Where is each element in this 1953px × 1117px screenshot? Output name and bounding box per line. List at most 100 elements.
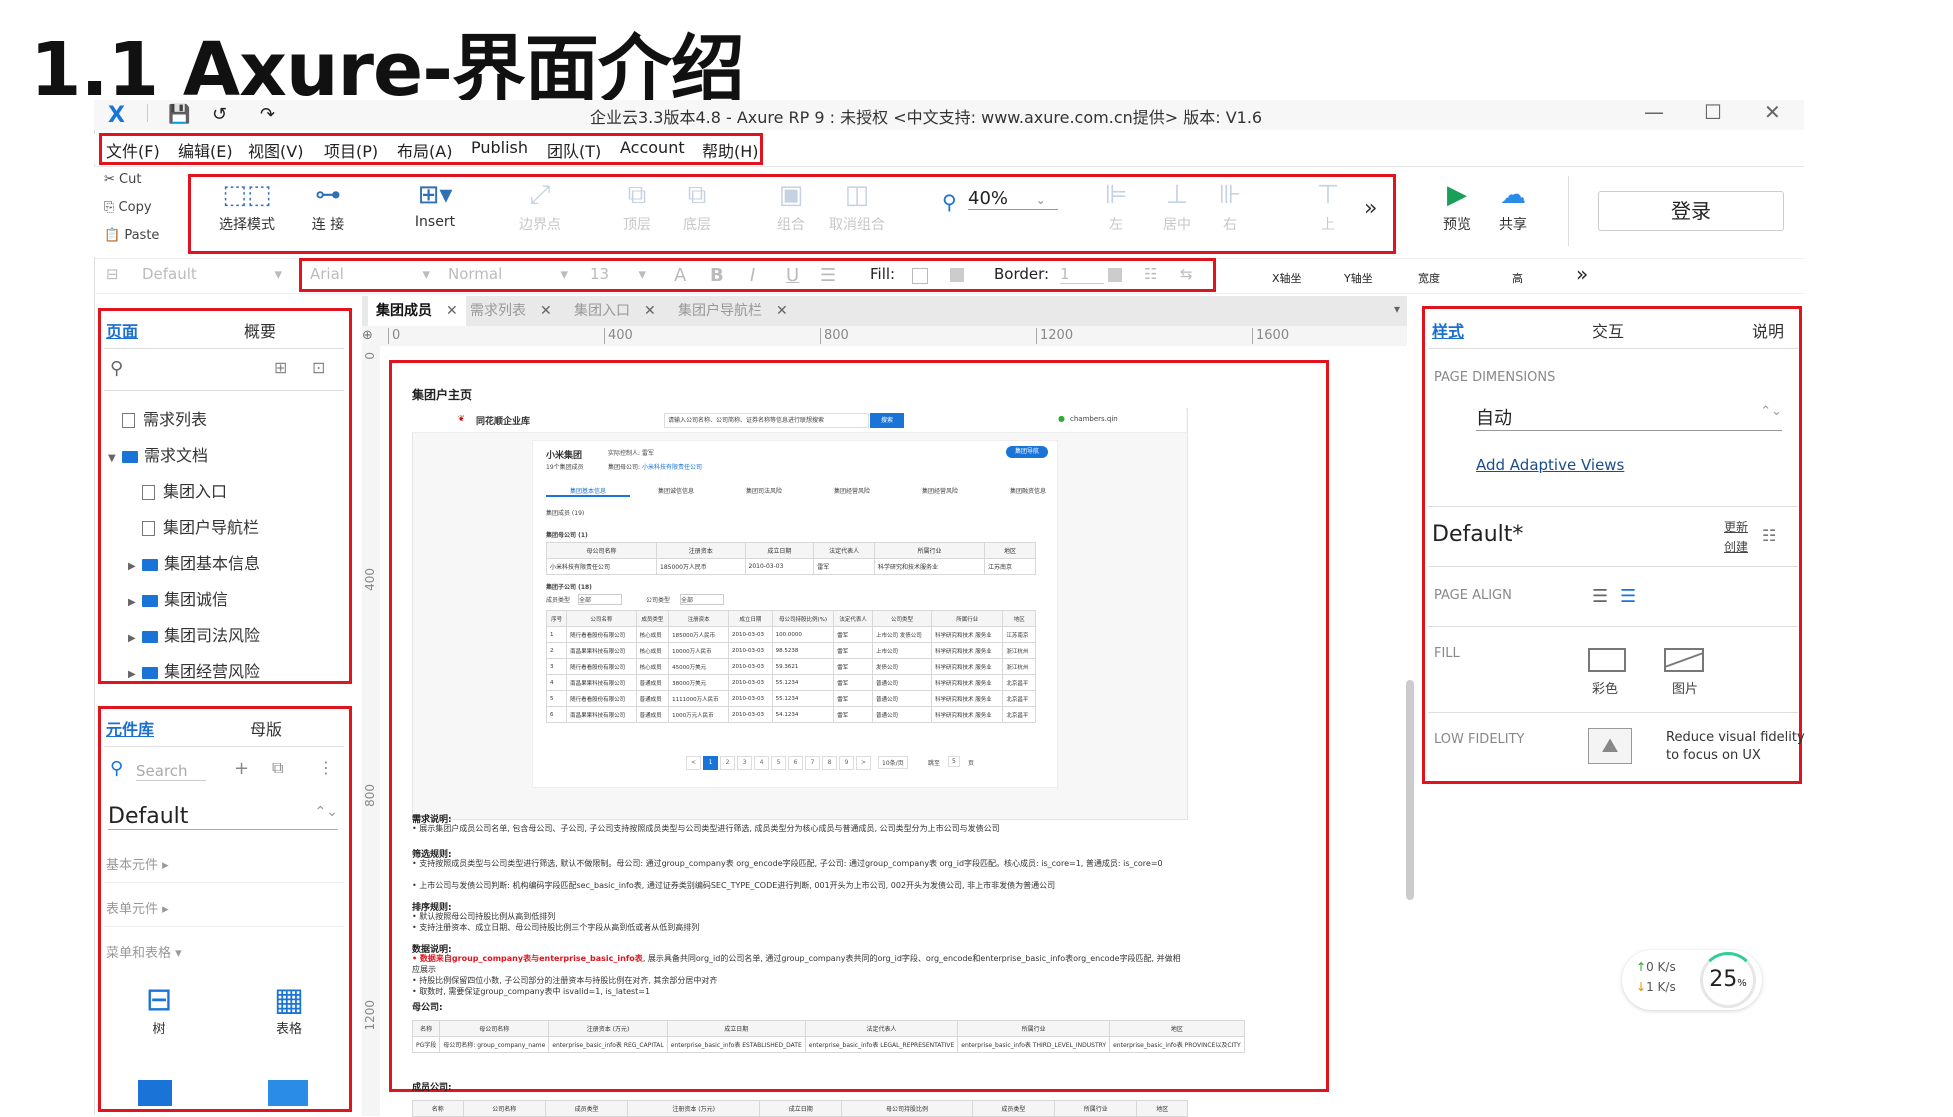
menu-edit[interactable]: 编辑(E) <box>178 138 233 162</box>
close-tab-icon[interactable]: ✕ <box>540 303 552 319</box>
preview-button[interactable]: ▶ 预览 <box>1432 180 1482 234</box>
save-icon[interactable]: 💾 <box>168 104 190 125</box>
page-tab[interactable]: 集团入口 ✕ <box>574 300 656 320</box>
fill-image-option-icon[interactable] <box>1664 648 1704 672</box>
menu-help[interactable]: 帮助(H) <box>702 138 759 162</box>
expand-right-icon[interactable]: ▶ <box>128 633 142 644</box>
close-tab-icon[interactable]: ✕ <box>446 303 458 319</box>
list-icon[interactable]: ☰ <box>820 265 836 286</box>
undo-icon[interactable]: ↺ <box>212 104 227 125</box>
page-tab[interactable]: 集团户导航栏 ✕ <box>678 300 788 320</box>
paste-button[interactable]: 📋 Paste <box>104 228 159 243</box>
select-mode-button[interactable]: ⬚⬚ 选择模式 <box>212 180 282 234</box>
canvas-scrollbar[interactable] <box>1406 680 1414 900</box>
fill-color-option-icon[interactable] <box>1588 648 1626 672</box>
align-center-button[interactable]: ⊥ 居中 <box>1152 180 1202 234</box>
group-button[interactable]: ▣ 组合 <box>766 180 816 234</box>
style-select[interactable]: Default ▾ <box>142 265 282 283</box>
zoom-select[interactable]: 40% ⌄ <box>968 188 1058 210</box>
minimize-button[interactable]: — <box>1644 100 1664 124</box>
page-tree-item[interactable]: ▶ 集团基本信息 <box>128 550 260 574</box>
tabs-overflow-icon[interactable]: ▾ <box>1394 302 1400 316</box>
menu-view[interactable]: 视图(V) <box>248 138 303 162</box>
tab-library[interactable]: 元件库 <box>106 716 154 740</box>
font-size-select[interactable]: 13 ▾ <box>590 265 646 283</box>
expand-right-icon[interactable]: ▶ <box>128 597 142 608</box>
maximize-button[interactable]: ☐ <box>1704 100 1722 124</box>
tab-interactions[interactable]: 交互 <box>1592 318 1624 342</box>
endpoint-button[interactable]: ⤢ 边界点 <box>510 180 570 234</box>
widget-table[interactable]: ▦ 表格 <box>264 980 314 1037</box>
page-tree-item[interactable]: 需求列表 <box>108 406 207 430</box>
update-style-link[interactable]: 更新 <box>1724 518 1748 535</box>
insert-button[interactable]: ⊞▾ Insert <box>400 180 470 230</box>
create-style-link[interactable]: 创建 <box>1724 538 1748 555</box>
close-button[interactable]: ✕ <box>1764 100 1781 124</box>
page-tab[interactable]: 集团成员 ✕ <box>368 296 466 326</box>
library-select[interactable]: Default ⌃⌄ <box>108 804 338 830</box>
library-group-basic[interactable]: 基本元件 ▸ <box>106 854 169 873</box>
page-tree-item[interactable]: 集团户导航栏 <box>128 514 259 538</box>
align-right-button[interactable]: ⊪ 右 <box>1210 180 1250 234</box>
expand-right-icon[interactable]: ▶ <box>128 561 142 572</box>
style-manage-icon[interactable]: ☷ <box>1762 526 1776 545</box>
menu-project[interactable]: 项目(P) <box>324 138 378 162</box>
border-color-swatch[interactable] <box>1108 268 1122 282</box>
close-tab-icon[interactable]: ✕ <box>776 303 788 319</box>
add-adaptive-views-link[interactable]: Add Adaptive Views <box>1476 456 1624 474</box>
login-button[interactable]: 登录 <box>1598 191 1784 231</box>
page-tree-item[interactable]: ▶ 集团诚信 <box>128 586 228 610</box>
menu-team[interactable]: 团队(T) <box>547 138 601 162</box>
fill-gradient-swatch[interactable] <box>950 268 964 282</box>
toolbar-more-button[interactable]: » <box>1364 196 1377 221</box>
page-dimensions-select[interactable]: 自动 ⌃⌄ <box>1476 404 1782 431</box>
menu-account[interactable]: Account <box>620 138 685 157</box>
send-bottom-button[interactable]: ⧉ 底层 <box>672 180 722 234</box>
tab-outline[interactable]: 概要 <box>244 318 276 342</box>
underline-icon[interactable]: U <box>786 265 799 286</box>
widget-menu-h-icon[interactable] <box>268 1080 308 1106</box>
widget-menu-icon[interactable] <box>138 1080 172 1106</box>
tab-masters[interactable]: 母版 <box>250 716 282 740</box>
copy-button[interactable]: ⎘ Copy <box>104 200 152 215</box>
menu-file[interactable]: 文件(F) <box>106 138 160 162</box>
font-select[interactable]: Arial ▾ <box>310 265 430 283</box>
add-library-icon[interactable]: + <box>234 758 249 779</box>
library-group-menu[interactable]: 菜单和表格 ▾ <box>106 942 182 961</box>
page-tree-item[interactable]: ▶ 集团经营风险 <box>128 658 260 682</box>
add-page-icon[interactable]: ⊞ <box>274 358 287 377</box>
italic-icon[interactable]: I <box>750 265 755 286</box>
library-search-input[interactable]: Search <box>136 762 206 781</box>
cut-button[interactable]: ✂ Cut <box>104 172 141 187</box>
close-tab-icon[interactable]: ✕ <box>644 303 656 319</box>
tab-notes[interactable]: 说明 <box>1752 318 1784 342</box>
align-top-button[interactable]: ⊤ 上 <box>1308 180 1348 234</box>
menu-publish[interactable]: Publish <box>471 138 528 157</box>
library-manage-icon[interactable]: ⧉ <box>272 758 283 778</box>
ungroup-button[interactable]: ◫ 取消组合 <box>822 180 892 234</box>
border-width-input[interactable]: 1 <box>1060 265 1104 284</box>
redo-icon[interactable]: ↷ <box>260 104 275 125</box>
page-tree-item[interactable]: ▶ 集团司法风险 <box>128 622 260 646</box>
add-folder-icon[interactable]: ⊡ <box>312 358 325 377</box>
fill-color-swatch[interactable] <box>912 268 928 284</box>
expand-down-icon[interactable]: ▼ <box>108 453 122 464</box>
tab-pages[interactable]: 页面 <box>106 318 138 342</box>
page-style-name[interactable]: Default* <box>1432 522 1523 547</box>
more-options-icon[interactable]: ⋮ <box>318 758 334 777</box>
expand-right-icon[interactable]: ▶ <box>128 669 142 680</box>
page-tree-item[interactable]: ▼ 需求文档 <box>108 442 208 466</box>
format-more-button[interactable]: » <box>1576 262 1588 286</box>
align-left-page-icon[interactable]: ☰ <box>1592 586 1608 607</box>
font-color-icon[interactable]: A <box>674 265 686 286</box>
library-group-form[interactable]: 表单元件 ▸ <box>106 898 169 917</box>
border-edge-icon[interactable]: ⇆ <box>1180 265 1193 283</box>
align-center-page-icon[interactable]: ☰ <box>1620 586 1636 607</box>
weight-select[interactable]: Normal ▾ <box>448 265 568 283</box>
page-tree-item[interactable]: 集团入口 <box>128 478 227 502</box>
menu-arrange[interactable]: 布局(A) <box>397 138 452 162</box>
low-fidelity-toggle-icon[interactable]: ⛰ <box>1588 728 1632 764</box>
tab-style[interactable]: 样式 <box>1432 318 1464 342</box>
bold-icon[interactable]: B <box>710 265 724 286</box>
share-button[interactable]: ☁ 共享 <box>1488 180 1538 234</box>
